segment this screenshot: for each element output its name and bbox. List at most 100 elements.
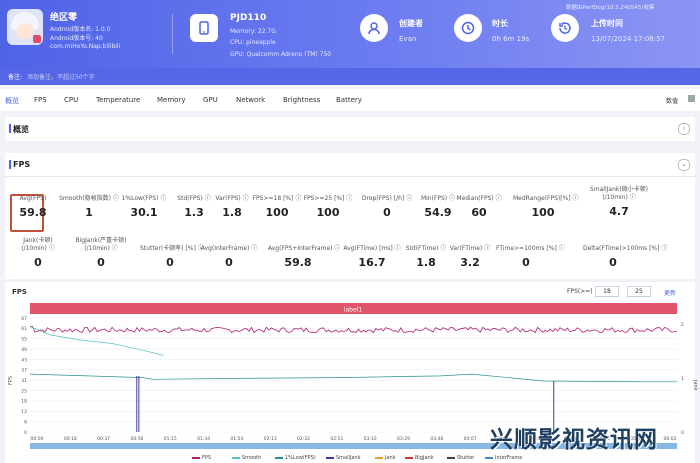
metric-value: 0 (34, 256, 42, 269)
notes-label: 备注: (8, 74, 23, 81)
overview-panel: 概览 ‹ (5, 117, 695, 141)
metric-label: FTime>=100ms [%] ⓘ (496, 245, 565, 252)
row1-metric: MedRange(FPS)[%] ⓘ 100 (513, 195, 579, 219)
metric-label: SmallJank(微小卡顿) (/10min) ⓘ (589, 186, 649, 201)
metric-label: Avg(FPS+InterFrame) ⓘ (268, 245, 341, 252)
device-model: PJD110 (230, 13, 267, 23)
row1-metric: FPS>=25 [%] ⓘ 100 (298, 195, 358, 219)
legend-item[interactable]: Stutter (447, 455, 474, 461)
metric-value: 0 (609, 256, 617, 269)
user-icon (360, 14, 388, 42)
legend-label: BigJank (415, 455, 434, 461)
row1-metric: Smooth(稳帧指数) ⓘ 1 (59, 195, 119, 219)
threshold-input-1[interactable]: 18 (595, 286, 619, 297)
legend-swatch (447, 456, 455, 459)
metric-label: Var(FTime) ⓘ (449, 245, 491, 252)
legend-label: Jank (385, 455, 396, 461)
app-version-name: Android版本名: 1.0.0 (50, 26, 111, 33)
upload-time-icon (551, 14, 579, 42)
row2-metric: Avg(InterFrame) ⓘ 0 (199, 245, 259, 269)
metric-label: BigJank(严重卡顿) (/10min) ⓘ (75, 237, 127, 252)
data-source: 数据由PerfDog(10.3.240545)收集 (566, 5, 655, 11)
upload-value: 13/07/2024 17:08:57 (591, 35, 666, 43)
metric-label: Avg(FPS) (19, 195, 47, 202)
metric-label: FPS>=25 [%] ⓘ (303, 195, 353, 202)
row1-metric: Median(FPS) ⓘ 60 (449, 195, 509, 219)
notes-input[interactable]: 添加备注，不超过50个字 (27, 72, 95, 81)
metric-value: 0 (225, 256, 233, 269)
tab-temperature[interactable]: Temperature (96, 96, 140, 104)
row2-metric: FTime>=100ms [%] ⓘ 0 (496, 245, 565, 269)
legend-label: InterFrame (495, 455, 523, 461)
legend-swatch (405, 456, 413, 459)
legend-label: 1%Low(FPS) (285, 455, 316, 461)
metric-value: 16.7 (358, 256, 386, 269)
app-package: com.miHoYo.Nap.bilibili (50, 43, 121, 50)
overview-title: 概览 (13, 125, 29, 134)
tab-battery[interactable]: Battery (336, 96, 362, 104)
row2-metric: Var(FTime) ⓘ 3.2 (440, 245, 500, 269)
expand-icon[interactable]: ⌄ (678, 159, 690, 171)
metric-value: 1 (85, 206, 93, 219)
legend-item[interactable]: BigJank (405, 455, 434, 461)
row1-metric: SmallJank(微小卡顿) (/10min) ⓘ 4.7 (589, 186, 649, 218)
app-avatar (7, 9, 43, 45)
creator-value: Evan (399, 35, 417, 43)
phone-icon (190, 14, 218, 42)
legend-item[interactable]: 1%Low(FPS) (275, 455, 316, 461)
tab-values[interactable]: 数值 (666, 96, 678, 105)
metric-label: Stutter(卡顿率) [%] ⓘ (140, 245, 204, 252)
metric-tabs: 概览 FPS CPU Temperature Memory GPU Networ… (0, 89, 700, 111)
row2-metric: Avg(FPS+InterFrame) ⓘ 59.8 (268, 245, 341, 269)
fps-title: FPS (13, 160, 31, 169)
metric-label: Delta(FTime)>100ms [%] ⓘ (583, 245, 668, 252)
tab-network[interactable]: Network (236, 96, 265, 104)
legend-item[interactable]: FPS (192, 455, 211, 461)
app-version-code: Android版本号: 40 (50, 35, 103, 42)
device-memory: Memory: 22.7G (230, 28, 276, 35)
legend-item[interactable]: Smooth (232, 455, 261, 461)
metric-value: 3.2 (460, 256, 480, 269)
metric-label: MedRange(FPS)[%] ⓘ (513, 195, 579, 202)
metric-value: 59.8 (19, 206, 47, 219)
legend-label: FPS (202, 455, 212, 461)
row1-metric: Avg(FPS) 59.8 (3, 195, 63, 219)
legend-swatch (192, 456, 200, 459)
tab-fps[interactable]: FPS (34, 96, 47, 104)
legend-item[interactable]: SmallJank (326, 455, 361, 461)
duration-value: 0h 6m 19s (492, 35, 530, 43)
tab-overview[interactable]: 概览 (5, 96, 19, 106)
row2-metric: Jank(卡顿) (/10min) ⓘ 0 (8, 237, 68, 269)
grid-icon[interactable] (688, 95, 695, 102)
legend-label: Smooth (242, 455, 262, 461)
row2-metric: Delta(FTime)>100ms [%] ⓘ 0 (583, 245, 668, 269)
metric-value: 100 (531, 206, 555, 219)
tab-memory[interactable]: Memory (157, 96, 185, 104)
legend-item[interactable]: Jank (375, 455, 396, 461)
legend-swatch (375, 456, 383, 459)
app-name: 绝区零 (50, 13, 78, 23)
metric-label: Smooth(稳帧指数) ⓘ (59, 195, 119, 202)
upload-title: 上传时间 (591, 19, 623, 28)
collapse-icon[interactable]: ‹ (678, 123, 690, 135)
legend-swatch (485, 456, 493, 459)
report-header: 绝区零 Android版本名: 1.0.0 Android版本号: 40 com… (0, 0, 700, 85)
tab-gpu[interactable]: GPU (203, 96, 218, 104)
clock-icon (454, 14, 482, 42)
legend-label: SmallJank (336, 455, 361, 461)
row2-metric: BigJank(严重卡顿) (/10min) ⓘ 0 (71, 237, 131, 269)
watermark: 兴顺影视资讯网 (490, 427, 658, 453)
metric-value: 59.8 (284, 256, 312, 269)
legend-item[interactable]: InterFrame (485, 455, 522, 461)
creator-title: 创建者 (399, 19, 423, 28)
metric-value: 100 (316, 206, 340, 219)
device-cpu: CPU: pineapple (230, 39, 276, 46)
tab-cpu[interactable]: CPU (64, 96, 78, 104)
duration-title: 时长 (492, 19, 508, 28)
threshold-input-2[interactable]: 25 (627, 286, 651, 297)
row2-metric: Avg(FTime) [ms] ⓘ 16.7 (342, 245, 402, 269)
metric-value: 0 (97, 256, 105, 269)
notes-bar: 备注: 添加备注，不超过50个字 (0, 68, 700, 85)
apply-button[interactable]: 更新 (664, 288, 676, 297)
tab-brightness[interactable]: Brightness (283, 96, 320, 104)
